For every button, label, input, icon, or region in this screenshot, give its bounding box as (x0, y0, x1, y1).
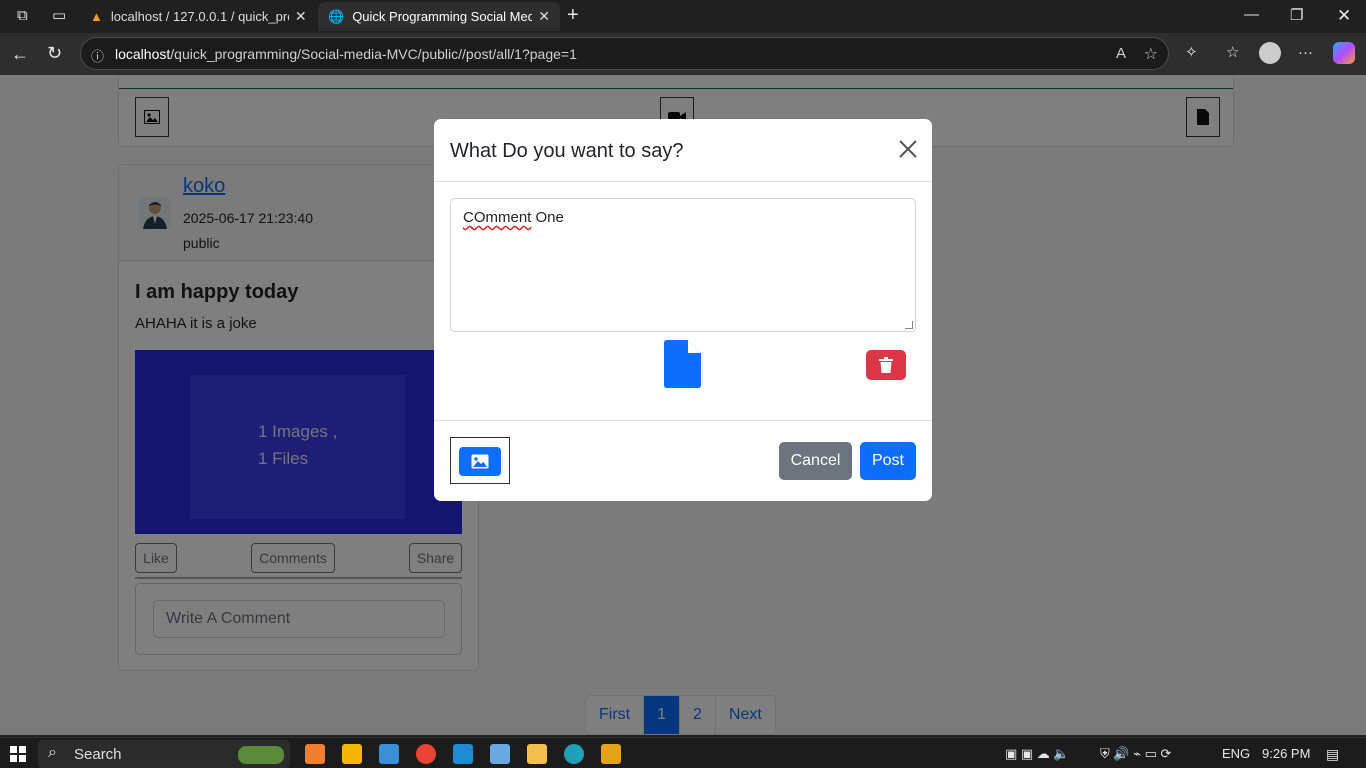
copilot-icon[interactable] (1333, 42, 1355, 64)
url-path: /quick_programming/Social-media-MVC/publ… (170, 45, 577, 62)
post-textarea[interactable]: COmment One (450, 198, 916, 332)
file-icon (664, 340, 701, 388)
resize-handle[interactable] (905, 321, 913, 329)
language-indicator[interactable]: ENG (1222, 746, 1250, 761)
restore-icon[interactable]: ❐ (1290, 8, 1303, 23)
divider (434, 420, 932, 421)
more-menu-icon[interactable]: ··· (1298, 45, 1313, 60)
close-icon[interactable] (896, 138, 920, 162)
xampp-app-icon[interactable] (305, 744, 325, 764)
phpmyadmin-icon: ▲ (90, 9, 103, 24)
edge-app-icon[interactable] (564, 744, 584, 764)
profile-avatar[interactable] (1259, 42, 1281, 64)
back-icon[interactable]: ← (11, 45, 29, 63)
add-image-button[interactable] (459, 447, 501, 476)
close-icon[interactable]: ✕ (538, 8, 550, 25)
close-icon[interactable]: ✕ (295, 8, 307, 25)
windows-start-icon[interactable] (10, 746, 26, 762)
textarea-text-misspelled: COmment (463, 209, 532, 226)
favorites-icon[interactable]: ☆ (1226, 45, 1239, 60)
new-tab-button[interactable]: + (567, 5, 579, 25)
vscode-app-icon[interactable] (453, 744, 473, 764)
post-modal: What Do you want to say? COmment One Can… (434, 119, 932, 501)
notepad-app-icon[interactable] (490, 744, 510, 764)
url-host: localhost (115, 45, 171, 62)
search-icon: ⌕ (48, 744, 57, 761)
app-icon[interactable] (342, 744, 362, 764)
tab-actions-icon[interactable]: ▭ (52, 8, 66, 23)
tab-title: localhost / 127.0.0.1 / quick_prog (110, 9, 289, 24)
delete-attachment-button[interactable] (866, 350, 906, 380)
cancel-button[interactable]: Cancel (779, 442, 852, 480)
window-close-icon[interactable]: ✕ (1337, 7, 1351, 24)
tray-icons[interactable]: ▣ ▣ ☁ 🔈 (1005, 746, 1070, 762)
workspaces-icon[interactable]: ⧉ (17, 8, 28, 23)
post-button[interactable]: Post (860, 442, 916, 480)
clock[interactable]: 9:26 PM (1262, 746, 1310, 761)
refresh-icon[interactable]: ↻ (47, 44, 62, 62)
browser-tab-bar: ⧉ ▭ ▲ localhost / 127.0.0.1 / quick_prog… (0, 0, 1366, 33)
notifications-icon[interactable]: ▤ (1326, 746, 1339, 763)
url-input[interactable]: ⓘ localhost/quick_programming/Social-med… (80, 37, 1169, 70)
file-explorer-app-icon[interactable] (527, 744, 547, 764)
search-highlight-image (238, 746, 284, 764)
app-icon[interactable] (601, 744, 621, 764)
modal-title: What Do you want to say? (450, 140, 684, 162)
taskbar-search[interactable]: ⌕ Search (38, 740, 290, 768)
extensions-icon[interactable]: ✧ (1185, 45, 1198, 60)
tab-phpmyadmin[interactable]: ▲ localhost / 127.0.0.1 / quick_prog ✕ (80, 2, 318, 31)
tab-title: Quick Programming Social Media (352, 9, 533, 24)
image-upload-area[interactable] (450, 437, 510, 484)
trash-icon (879, 357, 893, 373)
favorite-star-icon[interactable]: ☆ (1144, 44, 1158, 64)
chrome-app-icon[interactable] (416, 744, 436, 764)
minimize-icon[interactable]: — (1244, 7, 1259, 22)
globe-icon: 🌐 (328, 8, 345, 24)
divider (434, 181, 932, 182)
windows-taskbar: ⌕ Search ▣ ▣ ☁ 🔈 ⛨ 🔊 ⌁ ▭ ⟳ ENG 9:26 PM ▤ (0, 737, 1366, 768)
tab-social-media[interactable]: 🌐 Quick Programming Social Media ✕ (318, 2, 560, 31)
info-icon: ⓘ (91, 49, 105, 64)
read-aloud-icon[interactable]: A (1116, 45, 1126, 62)
search-label: Search (74, 745, 122, 763)
tray-system-icons[interactable]: ⛨ 🔊 ⌁ ▭ ⟳ (1100, 746, 1171, 762)
textarea-text: One (531, 209, 564, 226)
image-icon (471, 454, 489, 469)
computer-app-icon[interactable] (379, 744, 399, 764)
address-bar-row: ← ↻ ⓘ localhost/quick_programming/Social… (0, 33, 1366, 75)
